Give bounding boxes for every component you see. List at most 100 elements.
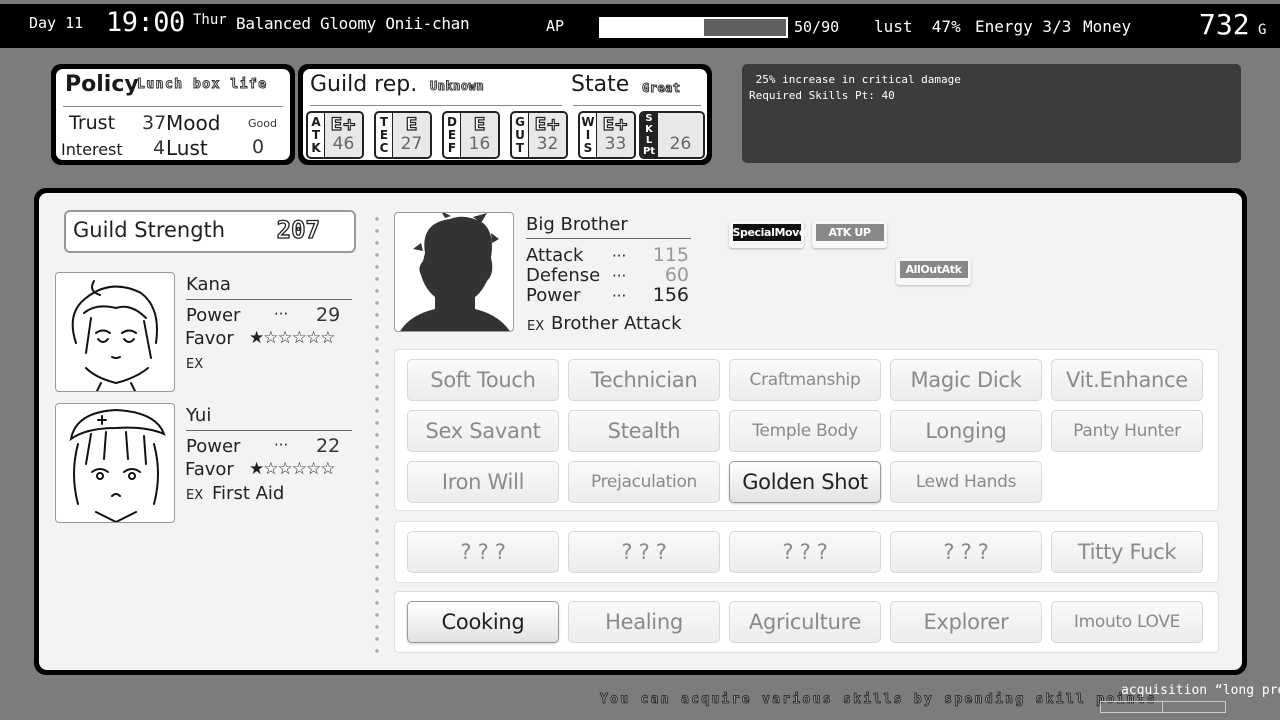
stat-number: 32: [536, 134, 559, 154]
stat-box-atk: A T K E+ 46: [306, 111, 364, 159]
hint-text: You can acquire various skills by spendi…: [600, 692, 1157, 708]
skill-button-vit-enhance[interactable]: Vit.Enhance: [1051, 359, 1203, 401]
ap-label: AP: [546, 17, 565, 35]
member-power-value: 29: [316, 304, 341, 326]
skill-button-iron-will[interactable]: Iron Will: [407, 461, 559, 503]
energy-stat: Energy 3/3: [975, 17, 1072, 36]
skill-button-longing[interactable]: Longing: [890, 410, 1042, 452]
skill-button-craftmanship[interactable]: Craftmanship: [729, 359, 881, 401]
skill-button-temple-body[interactable]: Temple Body: [729, 410, 881, 452]
ex-label: EX: [527, 319, 545, 334]
ellipsis: ···: [274, 436, 289, 454]
skill-button-imouto-love[interactable]: Imouto LOVE: [1051, 601, 1203, 643]
trust-label: Trust: [69, 112, 116, 134]
skill-points-box: S K L Pt 26: [639, 111, 705, 159]
required-points-line: Required Skills Pt: 40: [749, 89, 895, 102]
favor-stars-icon: ★☆☆☆☆☆: [249, 459, 335, 479]
ex-label: EX: [186, 488, 204, 503]
stat-grade: E: [473, 115, 486, 135]
ellipsis: ···: [612, 267, 627, 285]
stat-number: 33: [604, 134, 627, 154]
day-counter: Day 11: [29, 14, 84, 32]
skill-button-locked[interactable]: ? ? ?: [729, 531, 881, 573]
mood-value: Good: [248, 117, 277, 130]
tag-label: ATK UP: [815, 224, 884, 241]
ap-value: 50/90: [794, 18, 840, 36]
attack-value: 115: [652, 244, 689, 266]
ticker-text: acquisition “long pre: [1121, 683, 1280, 698]
tag-atk-up[interactable]: ATK UP: [812, 221, 887, 248]
stat-key-letter: L: [645, 135, 653, 146]
party-member-card[interactable]: Kana Power ··· 29 Favor ★☆☆☆☆☆ EX: [55, 272, 375, 392]
stat-value-cell: E+ 46: [325, 113, 362, 157]
skill-description-box: 25% increase in critical damage Required…: [742, 64, 1241, 163]
stat-key: GUT: [512, 113, 529, 157]
tag-all-out-atk[interactable]: AllOutAtk: [896, 258, 971, 285]
guild-rep-value: Unknown: [429, 79, 485, 94]
skill-button-technician[interactable]: Technician: [568, 359, 720, 401]
ex-skill: First Aid: [212, 483, 285, 504]
girl-portrait-icon: [71, 280, 158, 391]
skill-button-panty-hunter[interactable]: Panty Hunter: [1051, 410, 1203, 452]
stat-key-letter: E: [447, 127, 457, 142]
stat-key-letter: F: [447, 140, 457, 155]
stat-key-letter: A: [311, 114, 321, 129]
member-name: Kana: [186, 274, 231, 295]
ap-progress-bar: [599, 17, 788, 38]
stat-key-letter: K: [645, 124, 653, 135]
skills-panel: Guild Strength 207 Kana Power ··· 29 Fav…: [34, 188, 1247, 675]
stat-value-cell: E 16: [461, 113, 498, 157]
policy-lust-value: 0: [252, 136, 265, 158]
stat-value-cell: E 27: [393, 113, 430, 157]
skill-button-locked[interactable]: ? ? ?: [568, 531, 720, 573]
member-favor-label: Favor: [185, 328, 234, 349]
skill-button-locked[interactable]: ? ? ?: [890, 531, 1042, 573]
stat-grade: E+: [602, 115, 629, 135]
currency-symbol: G: [1258, 22, 1267, 38]
skill-button-stealth[interactable]: Stealth: [568, 410, 720, 452]
member-power-label: Power: [186, 305, 241, 326]
state-label: State: [571, 72, 630, 97]
stat-key: TEC: [376, 113, 393, 157]
guild-strength-label: Guild Strength: [73, 218, 226, 242]
skill-button-prejaculation[interactable]: Prejaculation: [568, 461, 720, 503]
skill-button-cooking[interactable]: Cooking: [407, 601, 559, 643]
member-portrait: [55, 272, 175, 392]
ellipsis: ···: [274, 305, 289, 323]
skill-button-titty-fuck[interactable]: Titty Fuck: [1051, 531, 1203, 573]
stat-key-letter: T: [379, 114, 389, 129]
skill-button-soft-touch[interactable]: Soft Touch: [407, 359, 559, 401]
guild-strength-box: Guild Strength 207: [64, 210, 356, 253]
guild-panel: Guild rep. Unknown State Great A T K E+ 46 T E…: [298, 64, 712, 165]
stat-value-cell: 26: [658, 113, 703, 157]
attack-label: Attack: [526, 245, 584, 266]
stat-key: S K L Pt: [641, 113, 658, 157]
skill-group-special: ? ? ?? ? ?? ? ?? ? ? Titty Fuck: [394, 521, 1219, 583]
skill-button-sex-savant[interactable]: Sex Savant: [407, 410, 559, 452]
stat-box-def: D E F E 16: [442, 111, 500, 159]
policy-title: Policy: [65, 72, 139, 97]
stat-box-tec: T E C E 27: [374, 111, 432, 159]
divider: [1162, 702, 1163, 712]
stat-number: 16: [468, 134, 491, 154]
party-member-card[interactable]: Yui Power ··· 22 Favor ★☆☆☆☆☆ EX First A…: [55, 403, 375, 523]
dotted-divider: [375, 213, 379, 653]
divider: [526, 238, 691, 239]
policy-lust-label: Lust: [166, 136, 208, 160]
power-label: Power: [526, 285, 581, 306]
tag-special-move[interactable]: SpecialMove: [729, 221, 806, 248]
stat-key-letter: C: [379, 140, 389, 155]
skill-button-explorer[interactable]: Explorer: [890, 601, 1042, 643]
stat-key-letter: S: [583, 140, 593, 155]
skill-button-golden-shot[interactable]: Golden Shot: [729, 461, 881, 503]
skill-button-locked[interactable]: ? ? ?: [407, 531, 559, 573]
skill-button-agriculture[interactable]: Agriculture: [729, 601, 881, 643]
skill-button-healing[interactable]: Healing: [568, 601, 720, 643]
member-power-value: 22: [316, 435, 341, 457]
stat-value-cell: E+ 33: [597, 113, 634, 157]
skill-button-lewd-hands[interactable]: Lewd Hands: [890, 461, 1042, 503]
divider: [573, 105, 701, 106]
stat-key-letter: S: [645, 113, 653, 124]
silhouette-icon: [400, 213, 510, 331]
skill-button-magic-dick[interactable]: Magic Dick: [890, 359, 1042, 401]
